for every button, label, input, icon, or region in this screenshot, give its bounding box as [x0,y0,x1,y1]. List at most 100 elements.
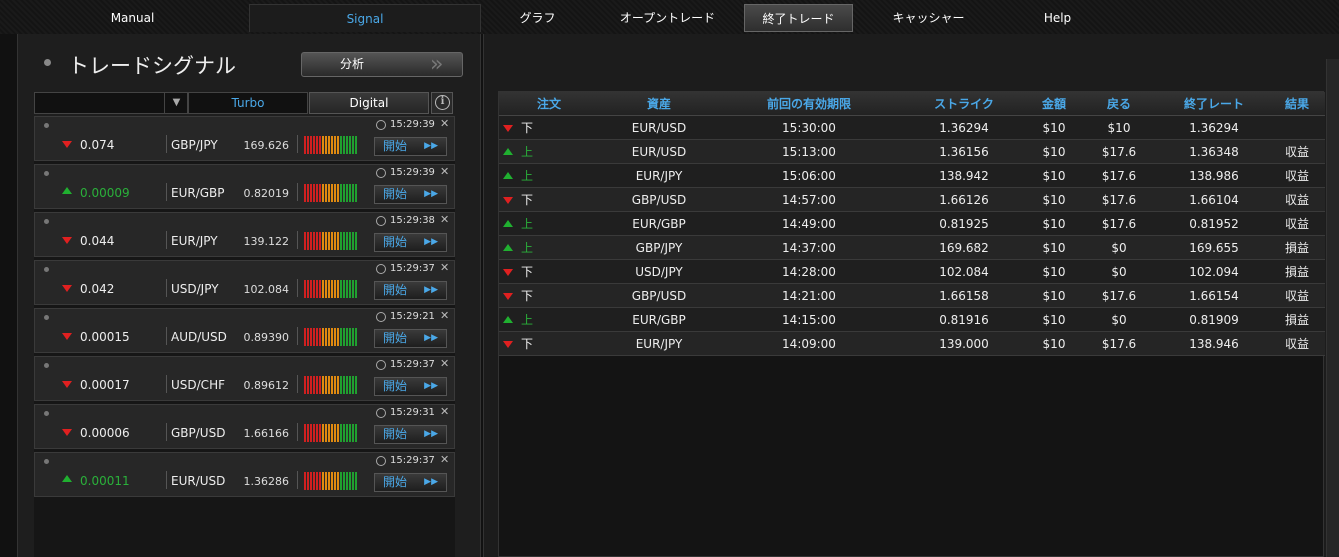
table-row[interactable]: 上 GBP/JPY 14:37:00 169.682 $10 $0 169.655 損益 [499,236,1325,260]
tab-digital[interactable]: Digital [309,92,429,114]
strength-meter [304,424,357,442]
signal-pair: USD/CHF [171,378,225,392]
signal-row: 15:29:37 ✕ 0.00011 EUR/USD 1.36286 開始 ▶▶ [34,452,455,497]
start-button[interactable]: 開始 ▶▶ [374,281,447,300]
table-row[interactable]: 上 EUR/GBP 14:49:00 0.81925 $10 $17.6 0.81952 収益 [499,212,1325,236]
start-button[interactable]: 開始 ▶▶ [374,233,447,252]
table-row[interactable]: 下 EUR/JPY 14:09:00 139.000 $10 $17.6 138.946 収益 [499,332,1325,356]
signal-row: 15:29:39 ✕ 0.074 GBP/JPY 169.626 開始 ▶▶ [34,116,455,161]
strength-meter [304,184,357,202]
divider [297,327,298,345]
start-button[interactable]: 開始 ▶▶ [374,137,447,156]
close-rate-cell: 0.81909 [1189,313,1239,327]
arrow-up-icon [503,316,513,323]
tab-help[interactable]: Help [1015,4,1100,32]
return-cell: $0 [1111,241,1127,255]
arrow-down-icon [62,429,72,436]
column-header[interactable]: 戻る [1079,92,1159,116]
table-row[interactable]: 上 EUR/JPY 15:06:00 138.942 $10 $17.6 138.986 収益 [499,164,1325,188]
close-icon[interactable]: ✕ [440,261,449,274]
clock-icon [376,120,386,130]
play-icon: ▶▶ [424,333,438,343]
order-direction: 下 [521,337,534,351]
asset-cell: GBP/USD [631,193,687,207]
table-row[interactable]: 上 EUR/GBP 14:15:00 0.81916 $10 $0 0.81909 損益 [499,308,1325,332]
arrow-up-icon [503,172,513,179]
tab-graph[interactable]: グラフ [490,4,585,32]
arrow-down-icon [503,125,513,132]
start-button[interactable]: 開始 ▶▶ [374,185,447,204]
order-cell: 下 [499,116,599,140]
start-button[interactable]: 開始 ▶▶ [374,377,447,396]
close-icon[interactable]: ✕ [440,357,449,370]
close-icon[interactable]: ✕ [440,213,449,226]
signal-time: 15:29:39 [390,119,435,130]
table-row[interactable]: 下 GBP/USD 14:21:00 1.66158 $10 $17.6 1.66154 収益 [499,284,1325,308]
tab-open-trades[interactable]: オープントレード [600,4,735,32]
column-header[interactable]: 資産 [599,92,719,116]
column-header[interactable]: 終了レート [1159,92,1269,116]
divider [166,327,167,345]
scrollbar[interactable] [1326,59,1339,557]
info-button[interactable]: i [431,92,453,114]
column-header[interactable]: 前回の有効期限 [719,92,899,116]
return-cell: $17.6 [1101,193,1137,207]
signal-pair: EUR/USD [171,474,226,488]
strike-cell: 1.36156 [939,145,989,159]
divider [166,423,167,441]
return-cell: $0 [1111,313,1127,327]
divider [166,183,167,201]
play-icon: ▶▶ [424,141,438,151]
expiry-cell: 14:09:00 [782,337,836,351]
column-header[interactable]: 金額 [1029,92,1079,116]
divider [166,231,167,249]
divider [166,471,167,489]
close-icon[interactable]: ✕ [440,453,449,466]
tab-turbo[interactable]: Turbo [188,92,308,114]
signal-row: 15:29:31 ✕ 0.00006 GBP/USD 1.66166 開始 ▶▶ [34,404,455,449]
start-label: 開始 [383,331,408,345]
arrow-down-icon [503,197,513,204]
close-icon[interactable]: ✕ [440,405,449,418]
close-icon[interactable]: ✕ [440,309,449,322]
table-row[interactable]: 下 USD/JPY 14:28:00 102.084 $10 $0 102.094 損益 [499,260,1325,284]
table-row[interactable]: 上 EUR/USD 15:13:00 1.36156 $10 $17.6 1.36348 収益 [499,140,1325,164]
expiry-cell: 14:15:00 [782,313,836,327]
start-button[interactable]: 開始 ▶▶ [374,329,447,348]
arrow-down-icon [503,269,513,276]
analyze-button[interactable]: 分析 » [301,52,463,77]
signal-value: 0.00009 [80,186,130,200]
strength-meter [304,472,357,490]
strike-cell: 1.66158 [939,289,989,303]
signal-price: 139.122 [243,235,290,248]
tab-closed-trades[interactable]: 終了トレード [744,4,853,32]
chevron-down-icon[interactable]: ▼ [164,92,188,114]
signal-row: 15:29:37 ✕ 0.042 USD/JPY 102.084 開始 ▶▶ [34,260,455,305]
signal-pair: AUD/USD [171,330,227,344]
tab-cashier[interactable]: キャッシャー [866,4,991,32]
column-header[interactable]: ストライク [899,92,1029,116]
tab-signal[interactable]: Signal [249,4,481,32]
clock-icon [376,216,386,226]
table-header: 注文 資産 前回の有効期限 ストライク 金額 戻る 終了レート 結果 [499,92,1325,116]
close-icon[interactable]: ✕ [440,117,449,130]
column-header[interactable]: 結果 [1269,92,1325,116]
strike-cell: 0.81925 [939,217,989,231]
start-button[interactable]: 開始 ▶▶ [374,425,447,444]
return-cell: $17.6 [1101,145,1137,159]
column-header[interactable]: 注文 [499,92,599,116]
info-icon: i [435,95,450,110]
start-button[interactable]: 開始 ▶▶ [374,473,447,492]
strength-meter [304,232,357,250]
amount-cell: $10 [1042,217,1066,231]
signal-pair: USD/JPY [171,282,219,296]
close-icon[interactable]: ✕ [440,165,449,178]
order-direction: 上 [521,241,534,255]
asset-cell: GBP/USD [631,289,687,303]
table-row[interactable]: 下 GBP/USD 14:57:00 1.66126 $10 $17.6 1.66104 収益 [499,188,1325,212]
start-label: 開始 [383,283,408,297]
status-dot [44,363,49,368]
closed-trades-table: 注文 資産 前回の有効期限 ストライク 金額 戻る 終了レート 結果 下 EUR/USD 15:3… [498,91,1325,557]
table-row[interactable]: 下 EUR/USD 15:30:00 1.36294 $10 $10 1.36294 [499,116,1325,140]
tab-manual[interactable]: Manual [35,4,230,32]
